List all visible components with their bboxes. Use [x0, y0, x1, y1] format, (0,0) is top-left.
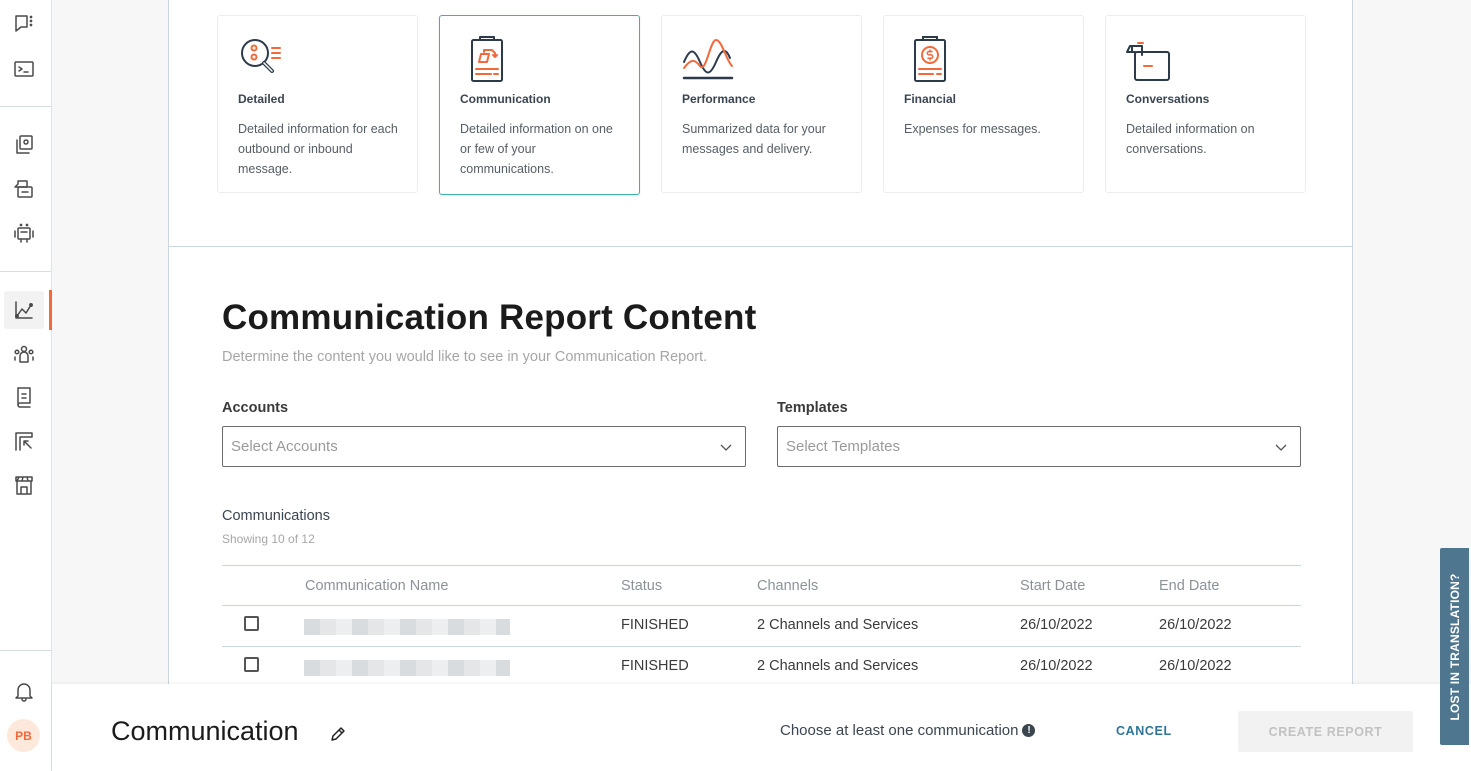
card-title: Performance: [682, 92, 756, 106]
row-end-date: 26/10/2022: [1159, 658, 1232, 674]
row-checkbox[interactable]: [244, 657, 259, 672]
card-title: Detailed: [238, 92, 285, 106]
card-description: Expenses for messages.: [904, 122, 1041, 136]
flows-icon[interactable]: [4, 170, 44, 208]
validation-hint: Choose at least one communication !: [780, 722, 1036, 739]
feedback-tab-label: LOST IN TRANSLATION?: [1447, 572, 1462, 721]
people-icon[interactable]: [4, 335, 44, 373]
bell-icon[interactable]: [4, 672, 44, 710]
chevron-down-icon: [1275, 444, 1287, 451]
accounts-label: Accounts: [222, 400, 289, 416]
accounts-select[interactable]: Select Accounts: [222, 426, 746, 467]
row-end-date: 26/10/2022: [1159, 617, 1232, 633]
create-report-button[interactable]: CREATE REPORT: [1238, 711, 1413, 752]
sidebar-divider: [0, 271, 51, 272]
column-header-start-date[interactable]: Start Date: [1020, 578, 1085, 594]
page-title: Communication Report Content: [222, 298, 757, 337]
card-description: Detailed information on one or few of yo…: [460, 122, 613, 176]
sidebar-divider: [0, 650, 51, 651]
card-description: Summarized data for your messages and de…: [682, 122, 826, 156]
communications-count: Showing 10 of 12: [222, 532, 315, 546]
hint-text: Choose at least one communication: [780, 722, 1019, 739]
card-description: Detailed information on conversations.: [1126, 122, 1255, 156]
conversations-bubbles-icon: [1126, 42, 1170, 81]
templates-label: Templates: [777, 400, 848, 416]
cancel-button[interactable]: CANCEL: [1116, 724, 1172, 738]
communications-table: Communication Name Status Channels Start…: [222, 565, 1301, 688]
exports-icon[interactable]: [4, 422, 44, 460]
edit-pencil-icon[interactable]: [328, 724, 348, 744]
financial-clipboard-icon: [914, 36, 946, 82]
sidebar: PB: [0, 0, 52, 771]
chevron-down-icon: [720, 444, 732, 451]
analyze-icon[interactable]: [4, 291, 44, 329]
row-status: FINISHED: [621, 658, 689, 674]
warning-icon: !: [1022, 724, 1036, 737]
avatar[interactable]: PB: [7, 719, 40, 752]
table-header: Communication Name Status Channels Start…: [222, 565, 1301, 606]
column-header-status[interactable]: Status: [621, 578, 662, 594]
redacted-communication-name: [304, 660, 510, 676]
card-description: Detailed information for each outbound o…: [238, 122, 398, 176]
card-title: Financial: [904, 92, 957, 106]
docs-icon[interactable]: [4, 378, 44, 416]
row-channels: 2 Channels and Services: [757, 658, 919, 674]
terminal-icon[interactable]: [4, 50, 44, 88]
active-indicator: [49, 290, 52, 330]
detailed-search-icon: [241, 39, 281, 73]
column-header-name[interactable]: Communication Name: [305, 578, 448, 594]
templates-select[interactable]: Select Templates: [777, 426, 1301, 467]
row-status: FINISHED: [621, 617, 689, 633]
row-start-date: 26/10/2022: [1020, 658, 1093, 674]
report-type-card-communication[interactable]: Communication Detailed information on on…: [439, 15, 640, 195]
performance-wave-icon: [682, 38, 734, 80]
redacted-communication-name: [304, 619, 510, 635]
report-type-card-performance[interactable]: Performance Summarized data for your mes…: [661, 15, 862, 193]
conversations-icon[interactable]: [4, 5, 44, 43]
bottom-action-bar: Communication Choose at least one commun…: [52, 684, 1471, 771]
column-header-end-date[interactable]: End Date: [1159, 578, 1219, 594]
row-channels: 2 Channels and Services: [757, 617, 919, 633]
templates-placeholder: Select Templates: [786, 438, 900, 455]
communication-clipboard-icon: [471, 36, 503, 82]
page-subtitle: Determine the content you would like to …: [222, 349, 708, 365]
row-start-date: 26/10/2022: [1020, 617, 1093, 633]
row-checkbox[interactable]: [244, 616, 259, 631]
report-type-card-detailed[interactable]: Detailed Detailed information for each o…: [217, 15, 418, 193]
sidebar-divider: [0, 106, 51, 107]
bot-icon[interactable]: [4, 214, 44, 252]
report-panel: Detailed Detailed information for each o…: [168, 0, 1353, 771]
table-row[interactable]: FINISHED 2 Channels and Services 26/10/2…: [222, 606, 1301, 647]
report-name: Communication: [111, 716, 299, 746]
card-title: Communication: [460, 92, 551, 106]
store-icon[interactable]: [4, 466, 44, 504]
accounts-placeholder: Select Accounts: [231, 438, 338, 455]
column-header-channels[interactable]: Channels: [757, 578, 818, 594]
report-type-card-financial[interactable]: Financial Expenses for messages.: [883, 15, 1084, 193]
templates-icon[interactable]: [4, 126, 44, 164]
communications-label: Communications: [222, 508, 330, 524]
feedback-tab[interactable]: LOST IN TRANSLATION?: [1440, 548, 1469, 745]
section-divider: [169, 246, 1352, 247]
table-row[interactable]: FINISHED 2 Channels and Services 26/10/2…: [222, 647, 1301, 688]
card-title: Conversations: [1126, 92, 1210, 106]
report-type-card-conversations[interactable]: Conversations Detailed information on co…: [1105, 15, 1306, 193]
